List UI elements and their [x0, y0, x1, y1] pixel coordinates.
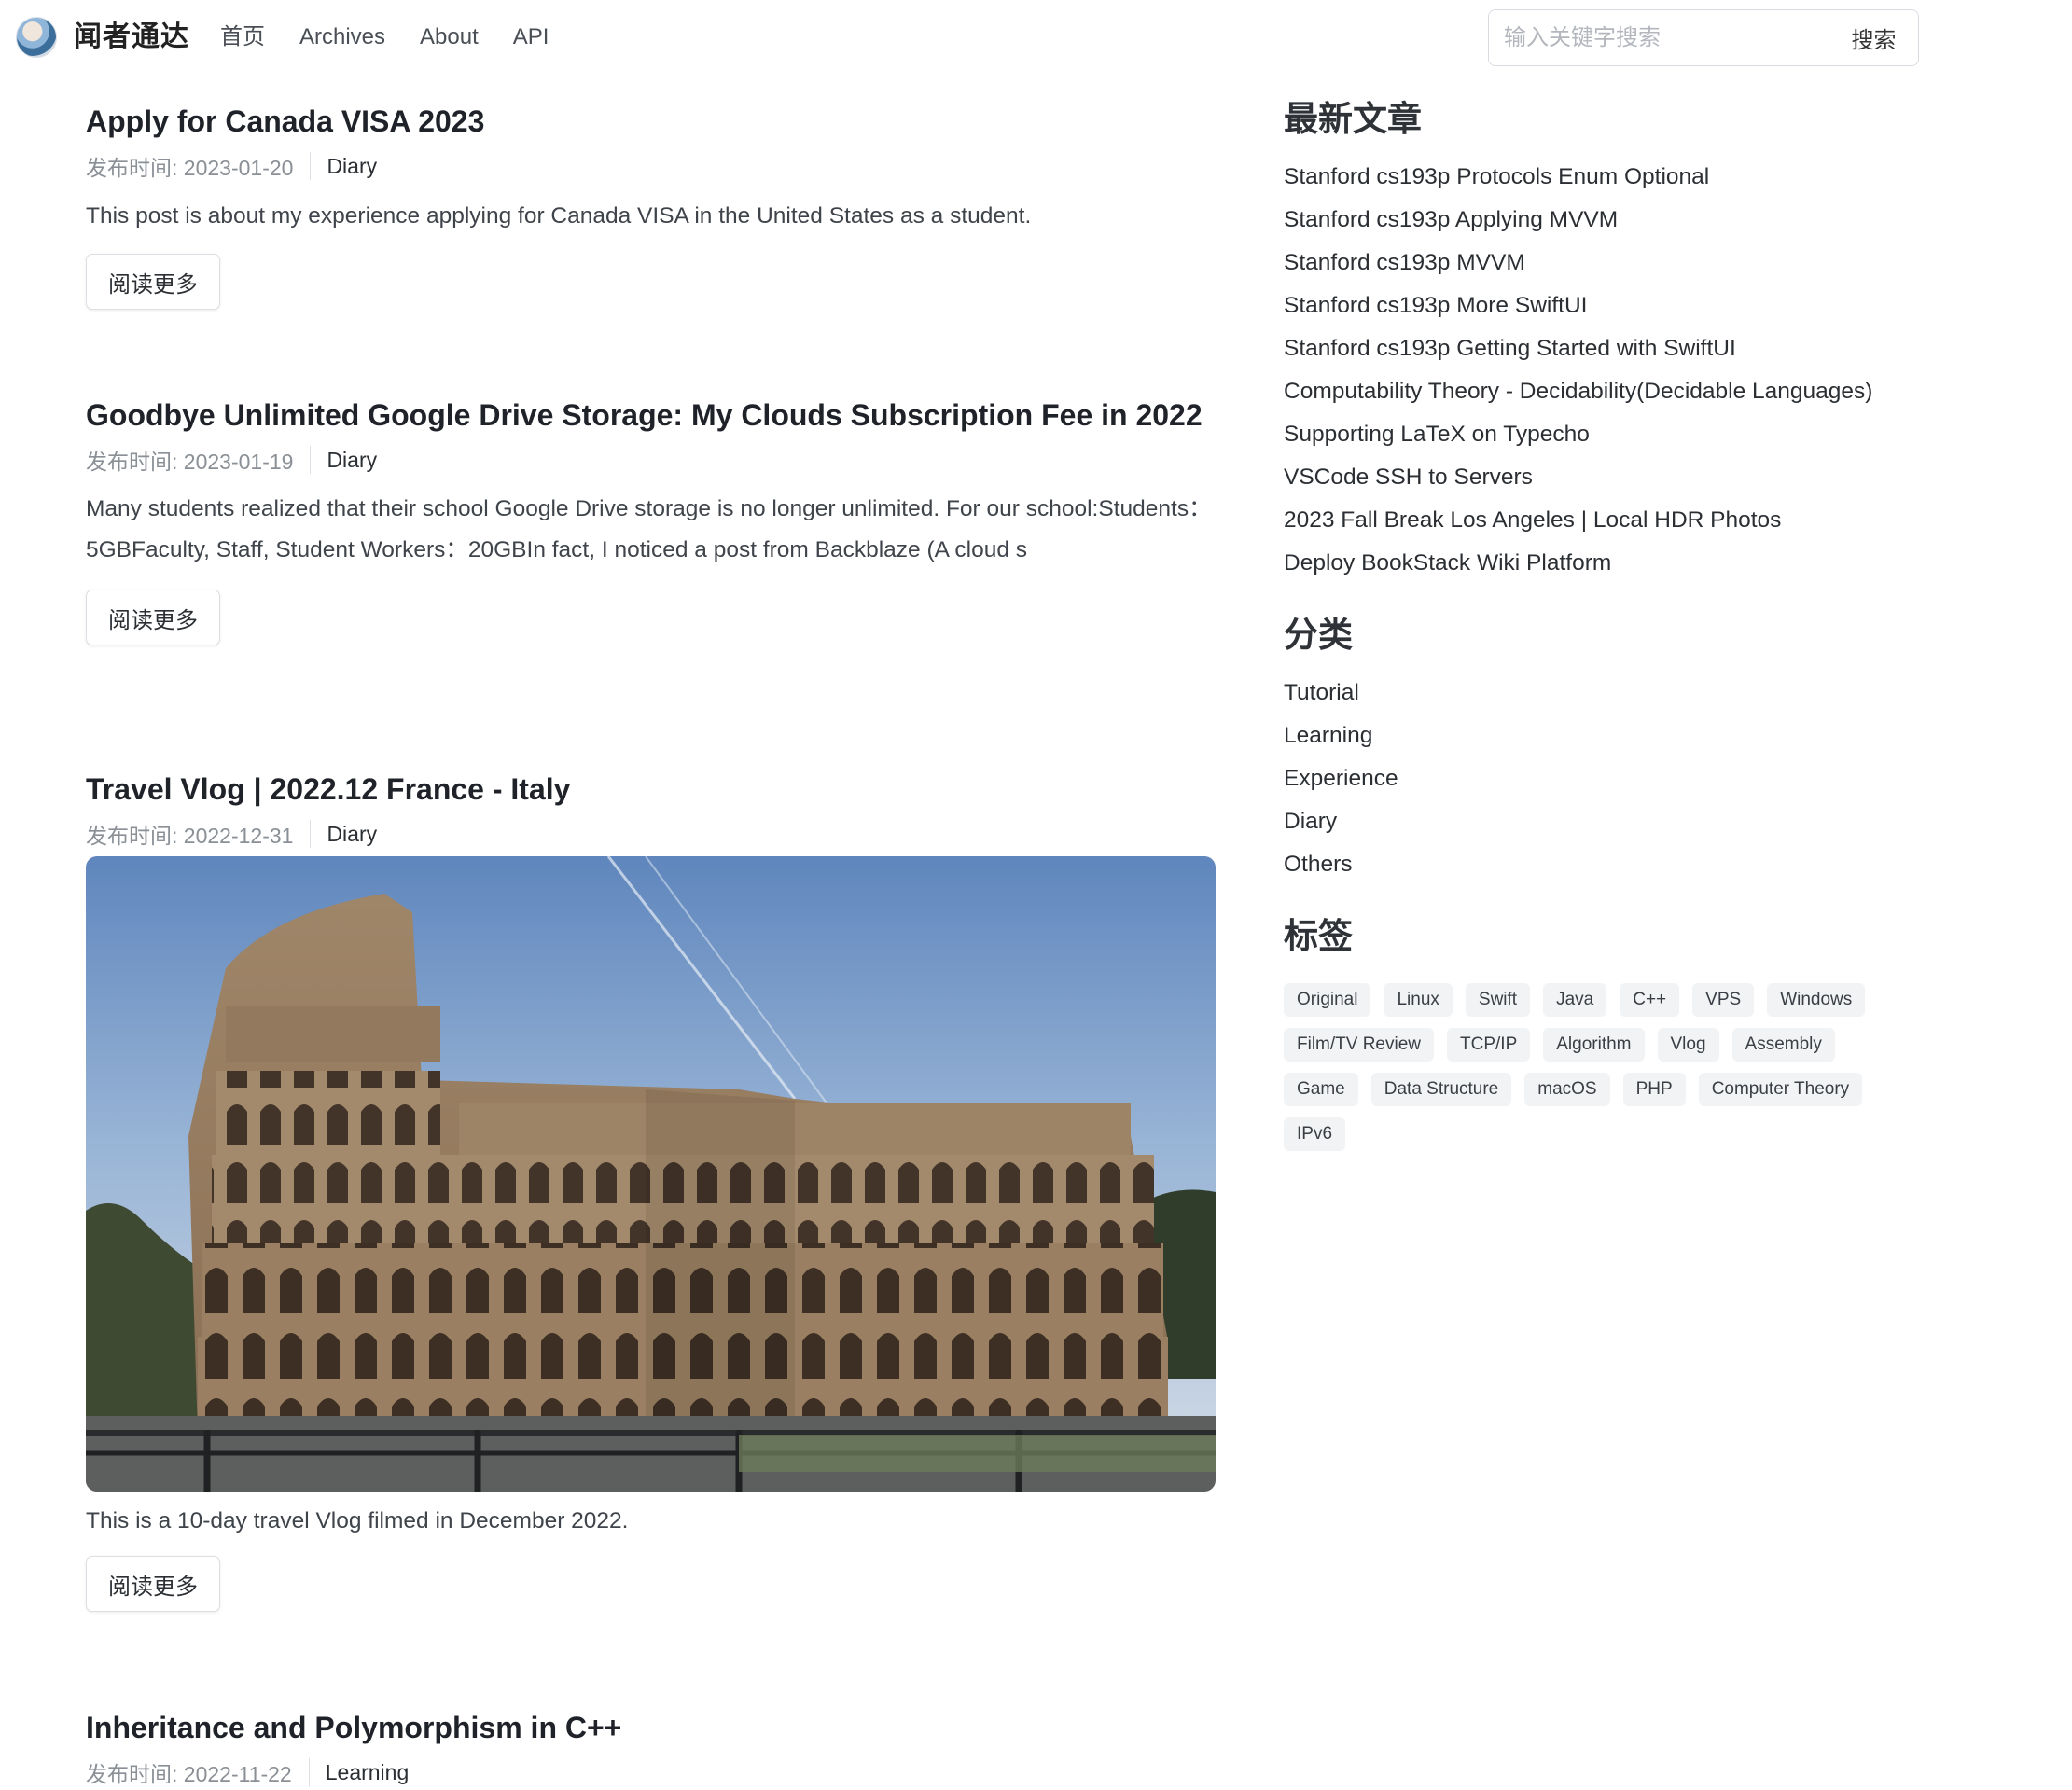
- post-date: 发布时间: 2022-12-31: [86, 824, 294, 848]
- recent-posts-list: Stanford cs193p Protocols Enum Optional …: [1284, 159, 1881, 581]
- tag-chip[interactable]: C++: [1620, 983, 1680, 1017]
- recent-post-link[interactable]: 2023 Fall Break Los Angeles | Local HDR …: [1284, 502, 1881, 538]
- tag-chip[interactable]: macOS: [1524, 1073, 1610, 1106]
- post-title[interactable]: Travel Vlog | 2022.12 France - Italy: [86, 767, 1216, 812]
- recent-post-link[interactable]: Stanford cs193p MVVM: [1284, 244, 1881, 281]
- search-input[interactable]: [1489, 10, 1829, 65]
- recent-post-link[interactable]: Computability Theory - Decidability(Deci…: [1284, 373, 1881, 409]
- tag-chip[interactable]: Computer Theory: [1698, 1073, 1863, 1106]
- recent-post-link[interactable]: Supporting LaTeX on Typecho: [1284, 416, 1881, 452]
- sidebar: 最新文章 Stanford cs193p Protocols Enum Opti…: [1284, 93, 1881, 1162]
- post-meta: 发布时间: 2023-01-19 Diary: [86, 443, 1216, 477]
- recent-post-link[interactable]: Stanford cs193p Applying MVVM: [1284, 201, 1881, 238]
- tag-chip[interactable]: Original: [1284, 983, 1371, 1017]
- post-excerpt: This is a 10-day travel Vlog filmed in D…: [86, 1508, 629, 1533]
- tag-chip[interactable]: Film/TV Review: [1284, 1028, 1435, 1062]
- post-item: Inheritance and Polymorphism in C++ 发布时间…: [86, 1705, 1216, 1789]
- tag-chip[interactable]: Windows: [1767, 983, 1866, 1017]
- category-link[interactable]: Learning: [1284, 717, 1881, 754]
- tag-chip[interactable]: Assembly: [1731, 1028, 1835, 1062]
- post-item: Travel Vlog | 2022.12 France - Italy 发布时…: [86, 767, 1216, 1612]
- tag-chip[interactable]: Linux: [1384, 983, 1453, 1017]
- post-item: Apply for Canada VISA 2023 发布时间: 2023-01…: [86, 99, 1216, 310]
- nav-api[interactable]: API: [513, 17, 549, 58]
- read-more-button[interactable]: 阅读更多: [86, 590, 220, 645]
- nav-about[interactable]: About: [420, 17, 479, 58]
- recent-post-link[interactable]: VSCode SSH to Servers: [1284, 459, 1881, 495]
- colosseum-photo[interactable]: [86, 856, 1216, 1492]
- site-name[interactable]: 闻者通达: [74, 17, 189, 58]
- nav-home[interactable]: 首页: [220, 17, 265, 58]
- tag-chip[interactable]: Algorithm: [1543, 1028, 1645, 1062]
- recent-post-link[interactable]: Stanford cs193p Protocols Enum Optional: [1284, 159, 1881, 195]
- post-title[interactable]: Inheritance and Polymorphism in C++: [86, 1705, 1216, 1750]
- post-meta: 发布时间: 2023-01-20 Diary: [86, 149, 1216, 183]
- tag-cloud: Original Linux Swift Java C++ VPS Window…: [1284, 983, 1881, 1162]
- post-title[interactable]: Goodbye Unlimited Google Drive Storage: …: [86, 393, 1216, 437]
- tag-chip[interactable]: Swift: [1465, 983, 1531, 1017]
- search-button[interactable]: 搜索: [1829, 10, 1918, 65]
- tag-chip[interactable]: Vlog: [1657, 1028, 1719, 1062]
- main-nav: 首页 Archives About API: [220, 17, 583, 58]
- post-excerpt: Many students realized that their school…: [86, 496, 1212, 562]
- top-navbar: 闻者通达 首页 Archives About API 搜索: [0, 0, 2072, 75]
- tag-chip[interactable]: Game: [1284, 1073, 1358, 1106]
- site-avatar[interactable]: [16, 17, 57, 58]
- tag-chip[interactable]: PHP: [1622, 1073, 1686, 1106]
- recent-posts-widget: 最新文章 Stanford cs193p Protocols Enum Opti…: [1284, 93, 1881, 581]
- post-category[interactable]: Diary: [327, 448, 377, 473]
- meta-divider: [310, 152, 312, 180]
- post-excerpt: This post is about my experience applyin…: [86, 203, 1032, 229]
- tag-chip[interactable]: Java: [1543, 983, 1607, 1017]
- meta-divider: [310, 446, 312, 474]
- categories-list: Tutorial Learning Experience Diary Other…: [1284, 674, 1881, 882]
- tags-title: 标签: [1284, 917, 1353, 955]
- post-date: 发布时间: 2023-01-19: [86, 450, 294, 474]
- category-link[interactable]: Diary: [1284, 803, 1881, 839]
- tag-chip[interactable]: TCP/IP: [1447, 1028, 1531, 1062]
- search-form: 搜索: [1488, 9, 1919, 66]
- post-title[interactable]: Apply for Canada VISA 2023: [86, 99, 1216, 144]
- recent-post-link[interactable]: Deploy BookStack Wiki Platform: [1284, 545, 1881, 581]
- post-category[interactable]: Diary: [327, 822, 377, 847]
- tag-chip[interactable]: VPS: [1692, 983, 1755, 1017]
- post-meta: 发布时间: 2022-12-31 Diary: [86, 817, 1216, 851]
- recent-posts-title: 最新文章: [1284, 100, 1422, 138]
- recent-post-link[interactable]: Stanford cs193p More SwiftUI: [1284, 287, 1881, 324]
- post-meta: 发布时间: 2022-11-22 Learning: [86, 1755, 1216, 1789]
- meta-divider: [308, 1758, 310, 1786]
- category-link[interactable]: Others: [1284, 846, 1881, 882]
- tags-widget: 标签 Original Linux Swift Java C++ VPS Win…: [1284, 910, 1881, 1162]
- read-more-button[interactable]: 阅读更多: [86, 1556, 220, 1612]
- category-link[interactable]: Tutorial: [1284, 674, 1881, 711]
- meta-divider: [310, 820, 312, 848]
- nav-archives[interactable]: Archives: [299, 17, 385, 58]
- categories-widget: 分类 Tutorial Learning Experience Diary Ot…: [1284, 609, 1881, 882]
- read-more-button[interactable]: 阅读更多: [86, 254, 220, 310]
- post-category[interactable]: Diary: [327, 154, 377, 179]
- post-date: 发布时间: 2022-11-22: [86, 1762, 292, 1786]
- category-link[interactable]: Experience: [1284, 760, 1881, 797]
- tag-chip[interactable]: IPv6: [1284, 1117, 1346, 1151]
- tag-chip[interactable]: Data Structure: [1370, 1073, 1512, 1106]
- post-category[interactable]: Learning: [326, 1760, 410, 1785]
- categories-title: 分类: [1284, 616, 1353, 654]
- post-item: Goodbye Unlimited Google Drive Storage: …: [86, 393, 1216, 645]
- post-date: 发布时间: 2023-01-20: [86, 156, 294, 180]
- recent-post-link[interactable]: Stanford cs193p Getting Started with Swi…: [1284, 330, 1881, 367]
